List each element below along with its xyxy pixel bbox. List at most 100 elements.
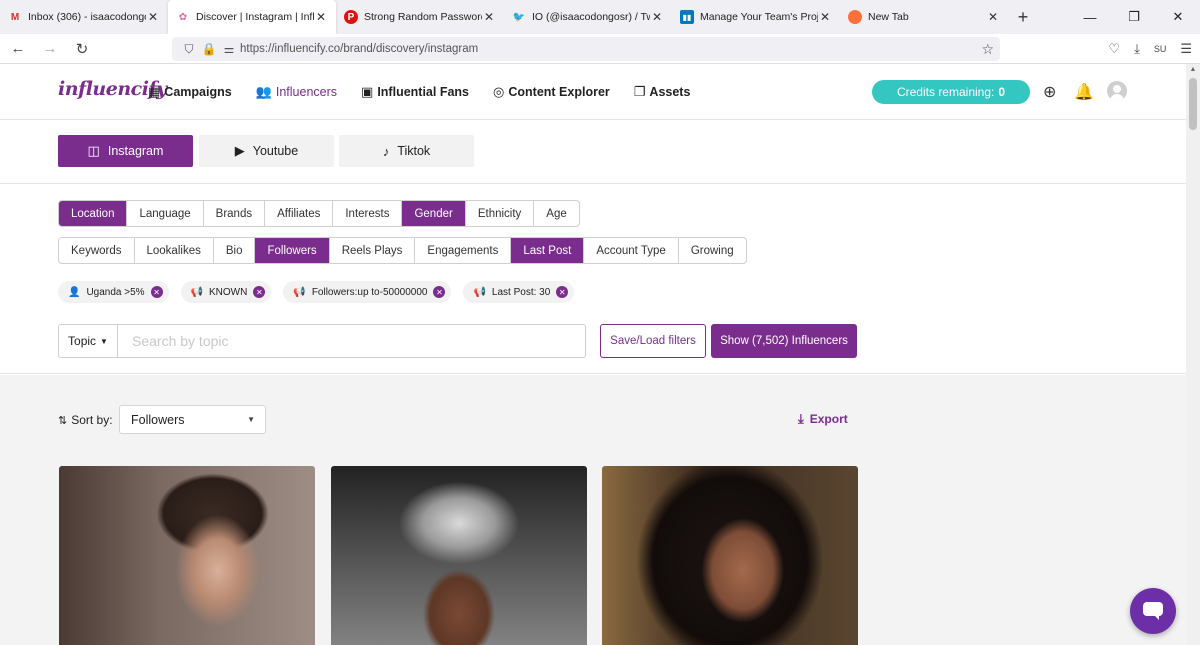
filter-chip: 📢 Followers:up to-50000000 ✕ xyxy=(283,281,452,303)
filter-affiliates[interactable]: Affiliates xyxy=(265,201,334,226)
avatar[interactable] xyxy=(1107,81,1127,101)
minimize-icon[interactable]: — xyxy=(1068,0,1112,34)
megaphone-icon: 📢 xyxy=(293,286,306,298)
tab-close-icon[interactable]: ✕ xyxy=(650,10,664,24)
caret-down-icon: ▼ xyxy=(247,415,255,424)
shield-icon[interactable]: ⛉ xyxy=(180,42,198,57)
remove-chip-icon[interactable]: ✕ xyxy=(556,286,569,298)
filter-location[interactable]: Location xyxy=(59,201,128,226)
tab-close-icon[interactable]: ✕ xyxy=(482,10,496,24)
close-window-icon[interactable]: ✕ xyxy=(1156,0,1200,34)
forward-icon[interactable]: → xyxy=(36,35,64,63)
export-label: Export xyxy=(809,412,848,426)
filter-gender[interactable]: Gender xyxy=(402,201,466,226)
browser-tab-password[interactable]: P Strong Random Password Gene ✕ xyxy=(336,0,504,34)
filter-last-post[interactable]: Last Post xyxy=(511,238,585,263)
filter-age[interactable]: Age xyxy=(534,201,578,226)
filter-ethnicity[interactable]: Ethnicity xyxy=(466,201,535,226)
browser-tab-influencify[interactable]: ✿ Discover | Instagram | Influencif ✕ xyxy=(168,0,336,34)
sort-select[interactable]: Followers ▼ xyxy=(119,405,266,434)
bookmark-star-icon[interactable]: ☆ xyxy=(981,41,994,58)
chat-button[interactable] xyxy=(1130,588,1176,634)
page-scrollbar[interactable]: ▲ xyxy=(1186,64,1200,645)
filter-engagements[interactable]: Engagements xyxy=(415,238,512,263)
sort-label-wrap: ⇅ Sort by: xyxy=(58,413,113,427)
lock-icon[interactable]: 🔒 xyxy=(200,42,218,56)
badge-icon: ▣ xyxy=(361,84,374,99)
tab-close-icon[interactable]: ✕ xyxy=(146,10,160,24)
remove-chip-icon[interactable]: ✕ xyxy=(150,286,163,298)
browser-tab-gmail[interactable]: M Inbox (306) - isaacodongollc@g ✕ xyxy=(0,0,168,34)
megaphone-icon: 📢 xyxy=(473,286,486,298)
browser-nav-bar: ← → ↻ ⛉ 🔒 ⚌ https://influencify.co/brand… xyxy=(0,34,1200,64)
tab-instagram[interactable]: ◫ Instagram xyxy=(58,135,193,167)
influencer-photo xyxy=(602,466,858,645)
menu-icon[interactable]: ☰ xyxy=(1180,41,1192,57)
remove-chip-icon[interactable]: ✕ xyxy=(433,286,446,298)
filter-brands[interactable]: Brands xyxy=(204,201,266,226)
bell-icon[interactable]: 🔔 xyxy=(1074,82,1094,102)
scroll-thumb[interactable] xyxy=(1189,78,1197,130)
back-icon[interactable]: ← xyxy=(4,35,32,63)
influencer-card[interactable] xyxy=(331,466,587,645)
save-load-filters-button[interactable]: Save/Load filters xyxy=(600,324,706,358)
chip-label: Followers:up to-50000000 xyxy=(311,286,428,298)
export-button[interactable]: ⤓ Export xyxy=(798,411,848,427)
filter-followers[interactable]: Followers xyxy=(255,238,330,263)
topic-label: Topic xyxy=(68,334,97,348)
show-influencers-button[interactable]: Show (7,502) Influencers xyxy=(711,324,857,358)
influencer-card[interactable] xyxy=(59,466,315,645)
reload-icon[interactable]: ↻ xyxy=(68,35,96,63)
filter-language[interactable]: Language xyxy=(127,201,204,226)
browser-tab-newtab[interactable]: New Tab ✕ xyxy=(840,0,1008,34)
lifebuoy-icon[interactable]: ⊕ xyxy=(1043,82,1056,102)
tab-close-icon[interactable]: ✕ xyxy=(818,10,832,24)
filter-reels-plays[interactable]: Reels Plays xyxy=(330,238,416,263)
url-text[interactable]: https://influencify.co/brand/discovery/i… xyxy=(240,43,478,55)
pocket-icon[interactable]: ♡ xyxy=(1108,41,1120,57)
nav-label: Content Explorer xyxy=(508,85,610,99)
tab-youtube[interactable]: ▶ Youtube xyxy=(199,135,334,167)
credits-badge[interactable]: Credits remaining: 0 xyxy=(872,80,1030,104)
nav-label: Influential Fans xyxy=(377,85,470,99)
filter-bio[interactable]: Bio xyxy=(214,238,256,263)
address-bar[interactable]: ⛉ 🔒 ⚌ https://influencify.co/brand/disco… xyxy=(172,37,1000,61)
twitter-icon: 🐦 xyxy=(512,11,526,23)
downloads-icon[interactable]: ⤓ xyxy=(1134,41,1140,57)
nav-campaigns[interactable]: ▦ Campaigns xyxy=(148,84,232,100)
tab-close-icon[interactable]: ✕ xyxy=(314,10,328,24)
browser-tab-trello[interactable]: ▮▮ Manage Your Team's Projects Fr ✕ xyxy=(672,0,840,34)
nav-label: Influencers xyxy=(275,85,338,99)
tab-title: Inbox (306) - isaacodongollc@g xyxy=(28,11,146,23)
gmail-icon: M xyxy=(10,11,20,23)
filter-keywords[interactable]: Keywords xyxy=(59,238,135,263)
topic-dropdown[interactable]: Topic ▼ xyxy=(58,324,118,358)
nav-influencers[interactable]: 👥 Influencers xyxy=(256,84,337,100)
tab-title: Discover | Instagram | Influencif xyxy=(196,11,314,23)
influencer-card[interactable] xyxy=(602,466,858,645)
restore-icon[interactable]: ❐ xyxy=(1112,0,1156,34)
tab-tiktok[interactable]: ♪ Tiktok xyxy=(339,135,474,167)
browser-tab-twitter[interactable]: 🐦 IO (@isaacodongosr) / Twitter ✕ xyxy=(504,0,672,34)
app-page: influencify ▦ Campaigns 👥 Influencers ▣ … xyxy=(0,64,1186,645)
nav-influential-fans[interactable]: ▣ Influential Fans xyxy=(361,84,469,100)
nav-content-explorer[interactable]: ◎ Content Explorer xyxy=(493,84,610,100)
permissions-icon[interactable]: ⚌ xyxy=(220,42,238,56)
sort-icon: ⇅ xyxy=(58,414,68,427)
scroll-up-icon[interactable]: ▲ xyxy=(1186,66,1200,73)
filter-lookalikes[interactable]: Lookalikes xyxy=(135,238,214,263)
filter-account-type[interactable]: Account Type xyxy=(584,238,679,263)
new-tab-button[interactable]: + xyxy=(1008,0,1038,34)
sort-value: Followers xyxy=(131,412,185,427)
extension-icon[interactable]: SU xyxy=(1154,44,1167,54)
tab-title: IO (@isaacodongosr) / Twitter xyxy=(532,11,650,23)
tiktok-icon: ♪ xyxy=(382,143,390,159)
filter-chip: 📢 Last Post: 30 ✕ xyxy=(463,281,575,303)
filter-growing[interactable]: Growing xyxy=(679,238,746,263)
topic-search-input[interactable] xyxy=(117,324,586,358)
filter-interests[interactable]: Interests xyxy=(333,201,403,226)
remove-chip-icon[interactable]: ✕ xyxy=(253,286,266,298)
tab-close-icon[interactable]: ✕ xyxy=(986,10,1000,24)
nav-assets[interactable]: ❐ Assets xyxy=(634,84,691,100)
nav-label: Assets xyxy=(649,85,691,99)
